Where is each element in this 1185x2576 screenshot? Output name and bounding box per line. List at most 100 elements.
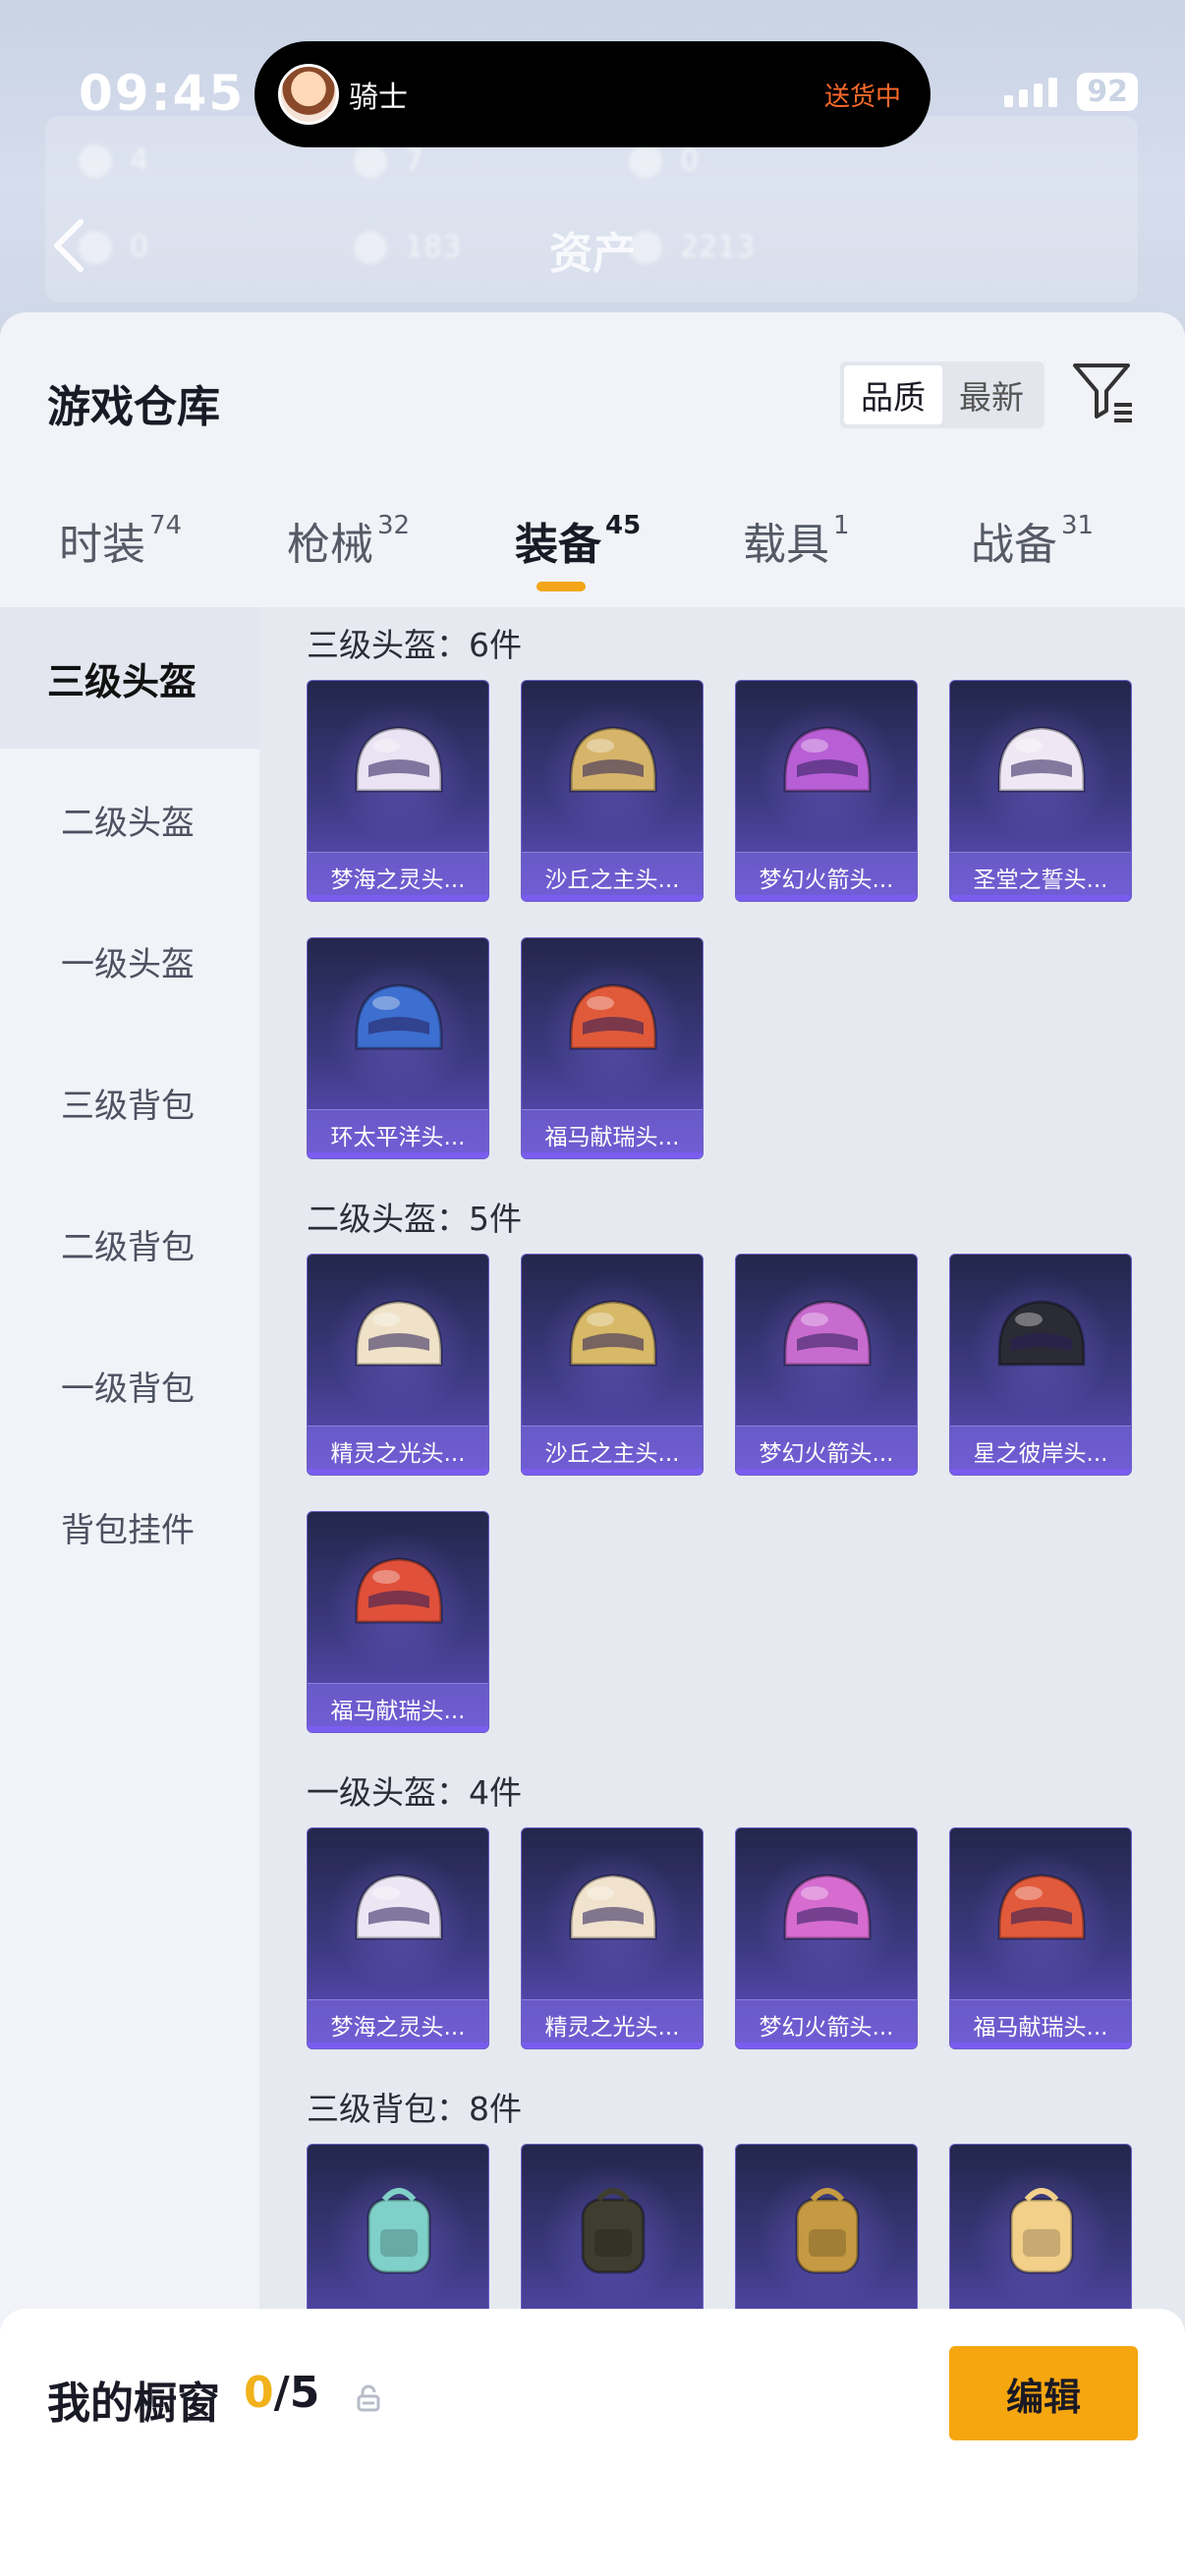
item-card[interactable]: 星之彼岸头... — [949, 1254, 1132, 1476]
item-card[interactable]: 梦海之灵头... — [307, 1827, 489, 2049]
showcase-max: 5 — [289, 2368, 320, 2418]
item-card[interactable]: 福马献瑞头... — [521, 937, 704, 1159]
quality-bar — [308, 895, 488, 901]
helmet-icon — [569, 1874, 657, 1940]
quality-bar — [308, 1152, 488, 1158]
helmet-icon — [355, 726, 443, 793]
item-card[interactable]: 梦幻火箭头... — [735, 1827, 918, 2049]
tab-supplies[interactable]: 战备 31 — [971, 509, 1094, 572]
tab-count: 32 — [377, 511, 411, 540]
tab-label: 枪械 — [287, 520, 373, 570]
item-grid: 三级头盔：6件 梦海之灵头... 沙丘之主头... 梦幻火箭头... 圣堂之誓头... 环… — [259, 607, 1185, 2572]
helmet-icon — [569, 726, 657, 793]
quality-bar — [308, 2043, 488, 2048]
quality-bar — [522, 1152, 703, 1158]
sidebar-item-level3-helmet[interactable]: 三级头盔 — [0, 607, 259, 749]
item-name: 福马献瑞头... — [950, 1999, 1131, 2048]
sort-toggle: 品质 最新 — [840, 362, 1044, 428]
tab-fashion[interactable]: 时装 74 — [59, 509, 182, 572]
status-time: 09:45 — [79, 65, 246, 122]
tab-vehicles[interactable]: 载具 1 — [743, 509, 850, 572]
item-card[interactable]: 沙丘之主头... — [521, 1254, 704, 1476]
helmet-icon — [569, 983, 657, 1050]
tab-equipment[interactable]: 装备 45 — [515, 509, 641, 572]
item-name: 沙丘之主头... — [522, 1426, 703, 1475]
lock-icon — [357, 2384, 380, 2412]
item-name: 圣堂之誓头... — [950, 852, 1131, 901]
tab-label: 时装 — [59, 520, 145, 570]
helmet-icon — [783, 1300, 872, 1367]
page-title: 资产 — [549, 229, 636, 279]
tab-firearms[interactable]: 枪械 32 — [287, 509, 410, 572]
showcase-current: 0 — [244, 2368, 274, 2418]
section-title: 二级头盔：5件 — [307, 1200, 522, 1238]
sidebar-item-level3-backpack[interactable]: 三级背包 — [0, 1032, 259, 1173]
tab-count: 31 — [1061, 511, 1095, 540]
item-card[interactable]: 精灵之光头... — [521, 1827, 704, 2049]
quality-bar — [308, 1469, 488, 1475]
battery-indicator: 92 — [1077, 73, 1138, 111]
section-title: 三级背包：8件 — [307, 2090, 522, 2128]
helmet-icon — [997, 726, 1086, 793]
tab-label: 装备 — [515, 520, 601, 570]
sidebar-item-level2-helmet[interactable]: 二级头盔 — [0, 749, 259, 890]
item-name: 福马献瑞头... — [308, 1683, 488, 1732]
showcase-label: 我的橱窗 — [47, 2379, 220, 2429]
showcase-count: 0/5 — [244, 2368, 319, 2418]
helmet-icon — [783, 1874, 872, 1940]
item-name: 环太平洋头... — [308, 1109, 488, 1158]
warehouse-title: 游戏仓库 — [47, 382, 220, 432]
backpack-icon — [1009, 2188, 1074, 2274]
item-card[interactable]: 精灵之光头... — [307, 1254, 489, 1476]
helmet-icon — [997, 1300, 1086, 1367]
item-card[interactable]: 福马献瑞头... — [307, 1511, 489, 1733]
item-name: 沙丘之主头... — [522, 852, 703, 901]
item-name: 梦海之灵头... — [308, 1999, 488, 2048]
item-name: 精灵之光头... — [522, 1999, 703, 2048]
sidebar-item-level1-helmet[interactable]: 一级头盔 — [0, 890, 259, 1032]
edit-button[interactable]: 编辑 — [949, 2346, 1138, 2440]
helmet-icon — [783, 726, 872, 793]
item-name: 梦幻火箭头... — [736, 852, 917, 901]
backpack-icon — [795, 2188, 860, 2274]
item-name: 福马献瑞头... — [522, 1109, 703, 1158]
sort-quality-button[interactable]: 品质 — [844, 365, 942, 424]
helmet-icon — [355, 983, 443, 1050]
item-card[interactable]: 福马献瑞头... — [949, 1827, 1132, 2049]
delivery-status: 送货中 — [823, 82, 901, 112]
helmet-icon — [355, 1557, 443, 1624]
island-name: 骑士 — [349, 81, 408, 115]
tab-count: 74 — [149, 511, 183, 540]
showcase-separator: / — [273, 2368, 290, 2418]
tab-count: 45 — [605, 511, 642, 540]
sidebar-item-level1-backpack[interactable]: 一级背包 — [0, 1315, 259, 1456]
filter-icon[interactable] — [1071, 360, 1136, 424]
item-card[interactable]: 环太平洋头... — [307, 937, 489, 1159]
item-card[interactable]: 圣堂之誓头... — [949, 680, 1132, 902]
item-card[interactable]: 沙丘之主头... — [521, 680, 704, 902]
quality-bar — [522, 895, 703, 901]
category-tabs: 时装 74 枪械 32 装备 45 载具 1 战备 31 — [0, 509, 1185, 607]
item-card[interactable]: 梦幻火箭头... — [735, 1254, 918, 1476]
dynamic-island[interactable]: 骑士 送货中 — [254, 41, 931, 147]
quality-bar — [736, 2043, 917, 2048]
quality-bar — [522, 1469, 703, 1475]
helmet-icon — [569, 1300, 657, 1367]
helmet-icon — [355, 1874, 443, 1940]
sort-newest-button[interactable]: 最新 — [942, 365, 1041, 424]
active-tab-indicator — [536, 582, 586, 591]
quality-bar — [950, 2043, 1131, 2048]
sidebar-item-backpack-charm[interactable]: 背包挂件 — [0, 1456, 259, 1597]
backpack-icon — [581, 2188, 646, 2274]
sidebar-item-level2-backpack[interactable]: 二级背包 — [0, 1173, 259, 1315]
item-name: 星之彼岸头... — [950, 1426, 1131, 1475]
tab-count: 1 — [833, 511, 850, 540]
subcategory-sidebar: 三级头盔 二级头盔 一级头盔 三级背包 二级背包 一级背包 背包挂件 — [0, 607, 259, 2572]
item-card[interactable]: 梦幻火箭头... — [735, 680, 918, 902]
status-icons: 92 — [1004, 73, 1138, 111]
item-card[interactable]: 梦海之灵头... — [307, 680, 489, 902]
avatar — [278, 64, 339, 125]
helmet-icon — [355, 1300, 443, 1367]
quality-bar — [308, 1726, 488, 1732]
tab-label: 载具 — [743, 520, 829, 570]
